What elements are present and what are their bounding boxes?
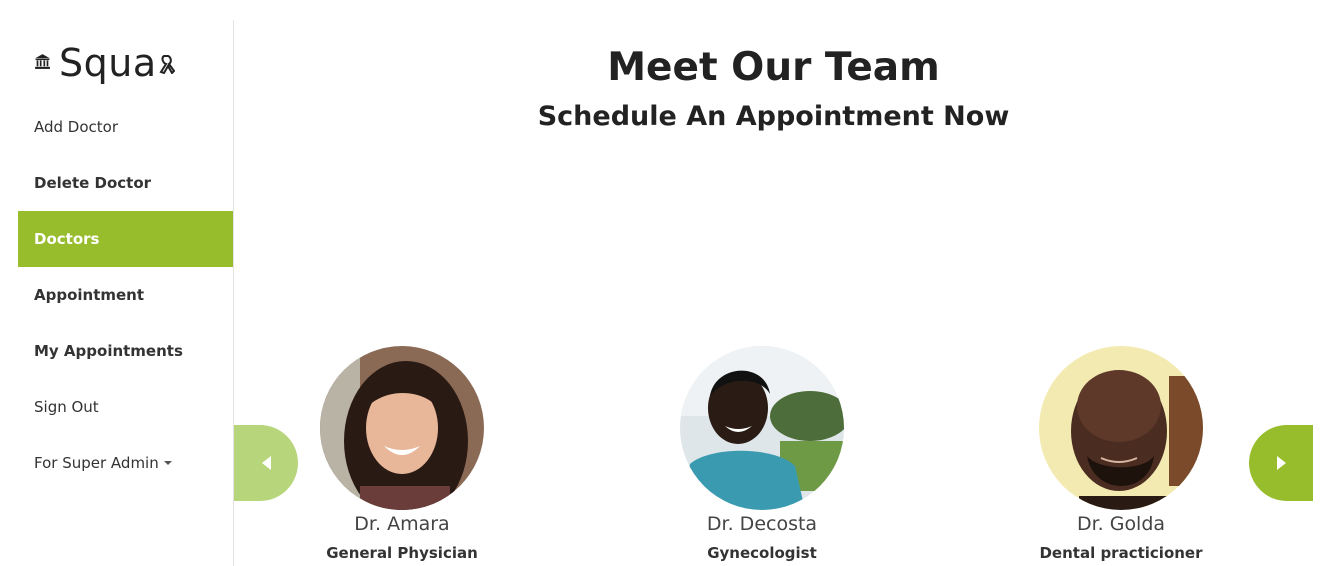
doctor-name: Dr. Decosta (706, 513, 818, 535)
sidebar-item-delete-doctor[interactable]: Delete Doctor (18, 155, 233, 211)
sidebar-item-sign-out[interactable]: Sign Out (18, 379, 233, 435)
sidebar-item-label: My Appointments (34, 342, 183, 360)
sidebar: Squa Add Doctor Delete Doctor Doctors Ap… (18, 20, 234, 566)
doctor-avatar (320, 346, 484, 510)
sidebar-item-super-admin-dropdown[interactable]: For Super Admin (18, 435, 233, 491)
doctor-avatar (680, 346, 844, 510)
sidebar-item-label: Appointment (34, 286, 145, 304)
sidebar-item-label: Sign Out (34, 398, 99, 416)
brand-name: Squa (59, 41, 157, 85)
brand-logo[interactable]: Squa (34, 40, 175, 86)
doctor-card[interactable]: Dr. Amara General Physician (282, 346, 522, 562)
doctor-specialty: Gynecologist (707, 544, 817, 562)
page-title: Meet Our Team (607, 45, 940, 90)
doctor-name: Dr. Golda (1076, 513, 1166, 535)
sidebar-item-doctors[interactable]: Doctors (18, 211, 233, 267)
carousel-next-button[interactable] (1249, 425, 1313, 501)
doctor-card[interactable]: Dr. Decosta Gynecologist (642, 346, 882, 562)
sidebar-item-label: Doctors (34, 230, 100, 248)
sidebar-item-appointment[interactable]: Appointment (18, 267, 233, 323)
bank-icon (34, 53, 59, 74)
sidebar-item-my-appointments[interactable]: My Appointments (18, 323, 233, 379)
doctor-avatar (1039, 346, 1203, 510)
sidebar-item-label: For Super Admin (34, 454, 159, 472)
sidebar-item-label: Delete Doctor (34, 174, 152, 192)
sidebar-nav: Add Doctor Delete Doctor Doctors Appoint… (18, 99, 233, 491)
doctor-name: Dr. Amara (354, 513, 450, 535)
doctor-card[interactable]: Dr. Golda Dental practicioner (1001, 346, 1241, 562)
sidebar-item-add-doctor[interactable]: Add Doctor (18, 99, 233, 155)
caret-left-icon (261, 456, 271, 470)
doctor-specialty: Dental practicioner (1039, 544, 1203, 562)
caret-right-icon (1276, 456, 1286, 470)
sidebar-item-label: Add Doctor (34, 118, 119, 136)
ribbon-icon (157, 48, 175, 78)
page-subtitle: Schedule An Appointment Now (537, 101, 1010, 132)
doctor-specialty: General Physician (326, 544, 478, 562)
caret-down-icon (163, 461, 172, 465)
